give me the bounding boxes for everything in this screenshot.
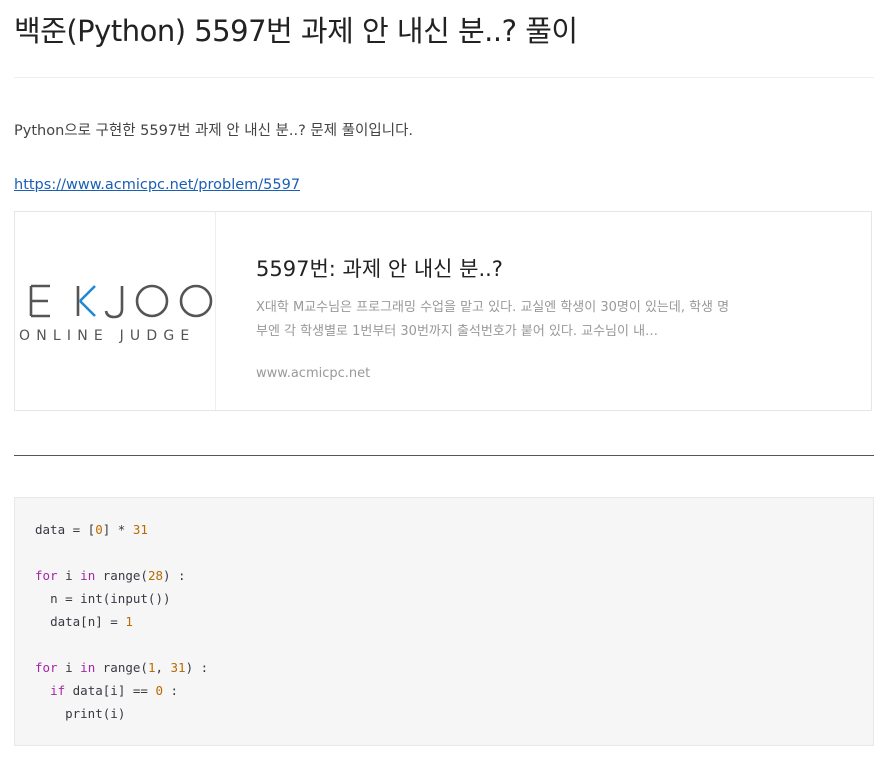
code-block: data = [0] * 31 for i in range(28) : n =… [14, 497, 874, 746]
code-line: data[n] = 1 [50, 614, 133, 629]
boj-logo: ONLINE JUDGE [19, 284, 213, 344]
code-line: data = [0] * 31 [35, 522, 148, 537]
link-preview-domain: www.acmicpc.net [256, 366, 371, 381]
title-divider [14, 77, 874, 78]
link-preview-description: X대학 M교수님은 프로그래밍 수업을 맡고 있다. 교실엔 학생이 30명이 … [256, 300, 730, 339]
code-line: for i in range(1, 31) : [35, 660, 209, 675]
code-line: n = int(input()) [50, 591, 171, 606]
code-line: print(i) [65, 706, 126, 721]
logo-k-icon [76, 285, 96, 317]
logo-subtext: ONLINE JUDGE [19, 328, 195, 344]
code-line: if data[i] == 0 : [50, 683, 179, 698]
intro-text: Python으로 구현한 5597번 과제 안 내신 분..? 문제 풀이입니다… [14, 123, 414, 139]
code-line: for i in range(28) : [35, 568, 186, 583]
link-preview-card[interactable]: ONLINE JUDGE 5597번: 과제 안 내신 분..? X대학 M교수… [14, 211, 872, 411]
link-preview-title: 5597번: 과제 안 내신 분..? [256, 257, 503, 281]
page-title: 백준(Python) 5597번 과제 안 내신 분..? 풀이 [14, 14, 578, 48]
code-content: data = [0] * 31 for i in range(28) : n =… [35, 518, 208, 725]
link-preview-thumbnail: ONLINE JUDGE [15, 212, 216, 410]
problem-link[interactable]: https://www.acmicpc.net/problem/5597 [14, 177, 300, 193]
logo-e-icon [29, 284, 50, 318]
section-divider [14, 455, 874, 456]
logo-joo-icon [104, 284, 213, 319]
